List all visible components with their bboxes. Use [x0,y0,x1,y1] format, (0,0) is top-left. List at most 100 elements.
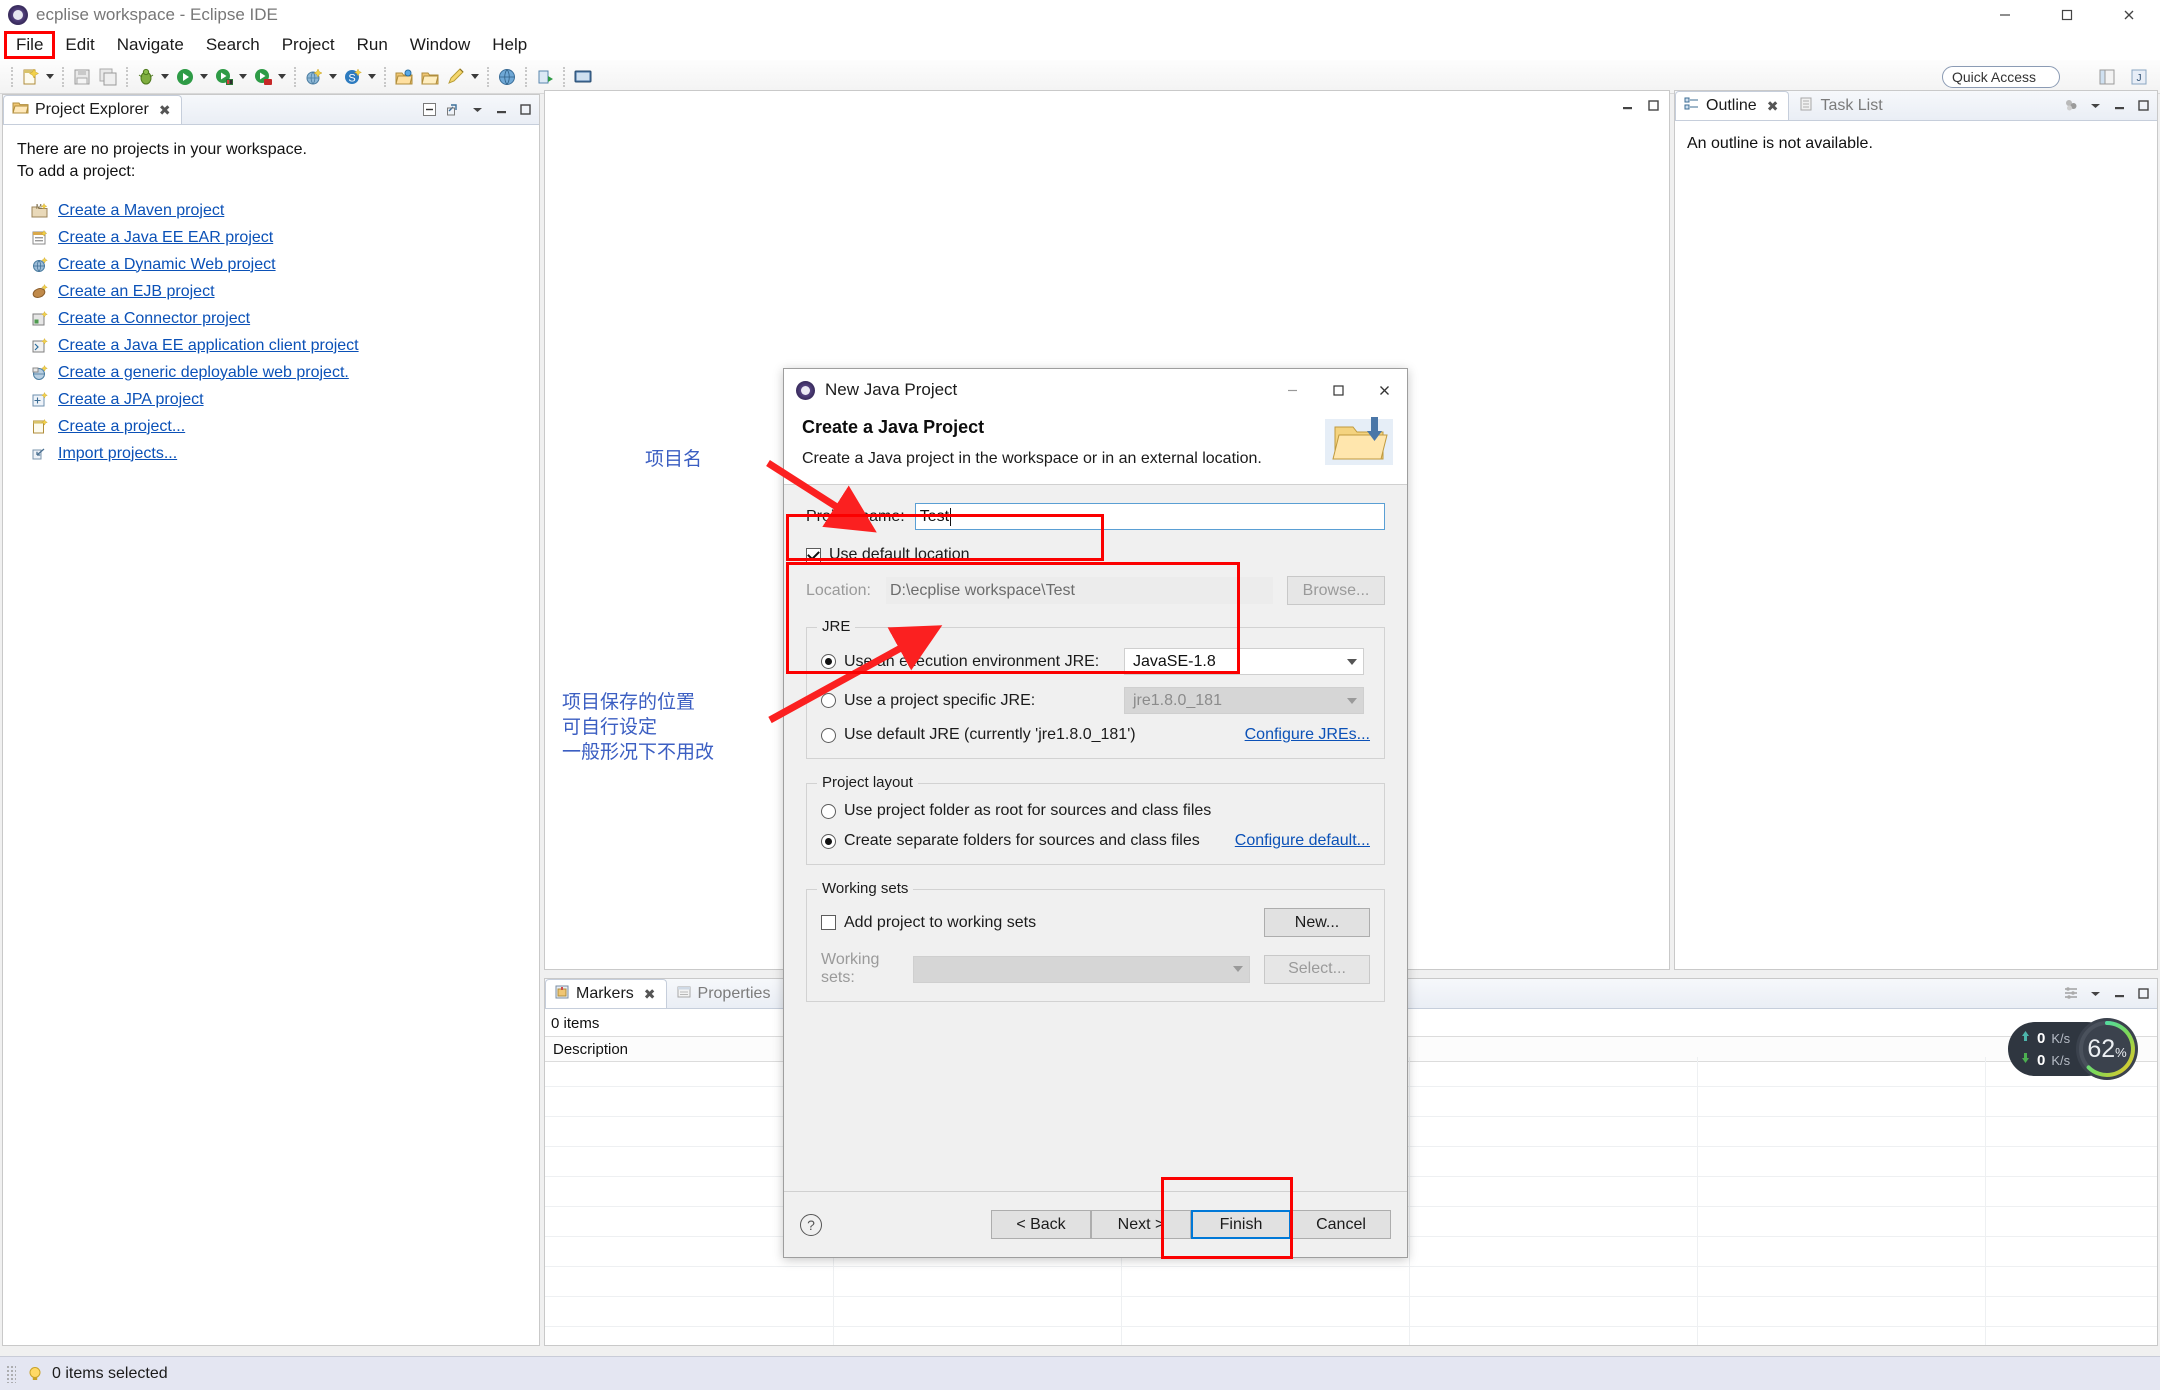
use-default-location-checkbox[interactable] [806,547,821,563]
jre-exec-env-combo[interactable]: JavaSE-1.8 [1124,648,1364,675]
view-menu-icon[interactable] [2087,97,2103,113]
subversion-icon[interactable]: S [342,66,364,88]
minimize-button[interactable] [1974,0,2036,30]
open-type-icon[interactable] [393,66,415,88]
jre-exec-env-radio[interactable] [821,654,836,669]
jre-default-row[interactable]: Use default JRE (currently 'jre1.8.0_181… [821,726,1370,744]
menu-window[interactable]: Window [400,33,480,57]
new-dynamic-web-project-icon[interactable] [303,66,325,88]
menu-file[interactable]: File [3,31,56,59]
tab-close-icon[interactable]: ✖ [1767,98,1779,115]
save-all-icon[interactable] [97,66,119,88]
configure-jres-link[interactable]: Configure JREs... [1245,726,1370,744]
add-working-sets-row[interactable]: Add project to working sets New... [821,908,1370,937]
minimize-view-icon[interactable] [2111,97,2127,113]
jre-default-radio[interactable] [821,727,836,743]
open-resource-icon[interactable] [419,66,441,88]
dialog-maximize-button[interactable] [1315,369,1361,411]
debug-dropdown-icon[interactable] [159,66,170,88]
tab-task-list[interactable]: Task List [1789,91,1893,120]
open-perspective-icon[interactable] [2096,66,2118,88]
jre-project-specific-radio[interactable] [821,693,836,708]
configure-default-link[interactable]: Configure default... [1235,832,1370,850]
menu-edit[interactable]: Edit [55,33,104,57]
next-button[interactable]: Next > [1091,1210,1191,1239]
list-item[interactable]: Create a Java EE application client proj… [17,332,539,359]
add-working-sets-checkbox[interactable] [821,915,836,930]
list-item[interactable]: M Create a Maven project [17,197,539,224]
run-icon[interactable] [174,66,196,88]
link-with-editor-icon[interactable] [445,101,461,117]
link-label[interactable]: Create a Connector project [58,310,250,328]
maximize-button[interactable] [2036,0,2098,30]
run-dropdown-icon[interactable] [198,66,209,88]
quick-access-field[interactable]: Quick Access [1942,66,2060,88]
layout-separate-folders-radio[interactable] [821,833,836,849]
run-coverage-dropdown-icon[interactable] [276,66,287,88]
profile-icon[interactable] [534,66,556,88]
link-label[interactable]: Create a JPA project [58,391,204,409]
list-item[interactable]: Create a JPA project [17,386,539,413]
edit-pencil-icon[interactable] [445,66,467,88]
maximize-view-icon[interactable] [517,101,533,117]
new-wizard-dropdown-icon[interactable] [44,66,55,88]
list-item[interactable]: Import projects... [17,440,539,467]
help-icon[interactable]: ? [800,1213,822,1236]
finish-button[interactable]: Finish [1191,1210,1291,1239]
layout-project-folder-radio[interactable] [821,803,836,819]
link-label[interactable]: Create a Java EE EAR project [58,229,273,247]
tab-markers[interactable]: Markers ✖ [545,979,667,1008]
terminal-icon[interactable] [572,66,594,88]
open-browser-icon[interactable] [496,66,518,88]
dialog-close-button[interactable] [1361,369,1407,411]
java-perspective-icon[interactable]: J [2128,66,2150,88]
link-label[interactable]: Create a Dynamic Web project [58,256,276,274]
view-menu-icon[interactable] [2087,985,2103,1001]
run-as-server-dropdown-icon[interactable] [237,66,248,88]
subversion-dropdown-icon[interactable] [366,66,377,88]
menu-run[interactable]: Run [347,33,398,57]
layout-separate-folders-row[interactable]: Create separate folders for sources and … [821,832,1370,850]
jre-project-specific-row[interactable]: Use a project specific JRE: jre1.8.0_181 [821,687,1370,714]
maximize-view-icon[interactable] [2135,97,2151,113]
list-item[interactable]: Create a Java EE EAR project [17,224,539,251]
run-coverage-icon[interactable] [252,66,274,88]
new-working-set-button[interactable]: New... [1264,908,1370,937]
maximize-editor-icon[interactable] [1645,97,1661,113]
dialog-minimize-button[interactable] [1269,369,1315,411]
link-label[interactable]: Create a generic deployable web project. [58,364,349,382]
back-button[interactable]: < Back [991,1210,1091,1239]
tab-close-icon[interactable]: ✖ [644,986,656,1003]
jre-exec-env-row[interactable]: Use an execution environment JRE: JavaSE… [821,648,1370,675]
save-icon[interactable] [71,66,93,88]
link-label[interactable]: Create an EJB project [58,283,215,301]
tab-properties[interactable]: Properties [667,979,782,1008]
list-item[interactable]: Create a Dynamic Web project [17,251,539,278]
minimize-view-icon[interactable] [493,101,509,117]
link-label[interactable]: Create a Java EE application client proj… [58,337,359,355]
cancel-button[interactable]: Cancel [1291,1210,1391,1239]
menu-project[interactable]: Project [272,33,345,57]
filters-icon[interactable] [2063,985,2079,1001]
network-speed-widget[interactable]: 0 K/s 0 K/s 62% [2008,1018,2138,1080]
list-item[interactable]: Create a Connector project [17,305,539,332]
view-menu-icon[interactable] [469,101,485,117]
maximize-view-icon[interactable] [2135,985,2151,1001]
tab-close-icon[interactable]: ✖ [159,102,171,119]
list-item[interactable]: Create an EJB project [17,278,539,305]
list-item[interactable]: Create a project... [17,413,539,440]
edit-pencil-dropdown-icon[interactable] [469,66,480,88]
list-item[interactable]: Create a generic deployable web project. [17,359,539,386]
tab-outline[interactable]: Outline ✖ [1675,91,1790,120]
link-label[interactable]: Create a Maven project [58,202,224,220]
run-as-server-icon[interactable] [213,66,235,88]
project-name-input[interactable]: Test [914,503,1385,530]
close-button[interactable] [2098,0,2160,30]
new-dynamic-web-project-dropdown-icon[interactable] [327,66,338,88]
new-wizard-icon[interactable] [20,66,42,88]
menu-search[interactable]: Search [196,33,270,57]
link-label[interactable]: Create a project... [58,418,185,436]
link-label[interactable]: Import projects... [58,445,177,463]
menu-navigate[interactable]: Navigate [107,33,194,57]
debug-icon[interactable] [135,66,157,88]
